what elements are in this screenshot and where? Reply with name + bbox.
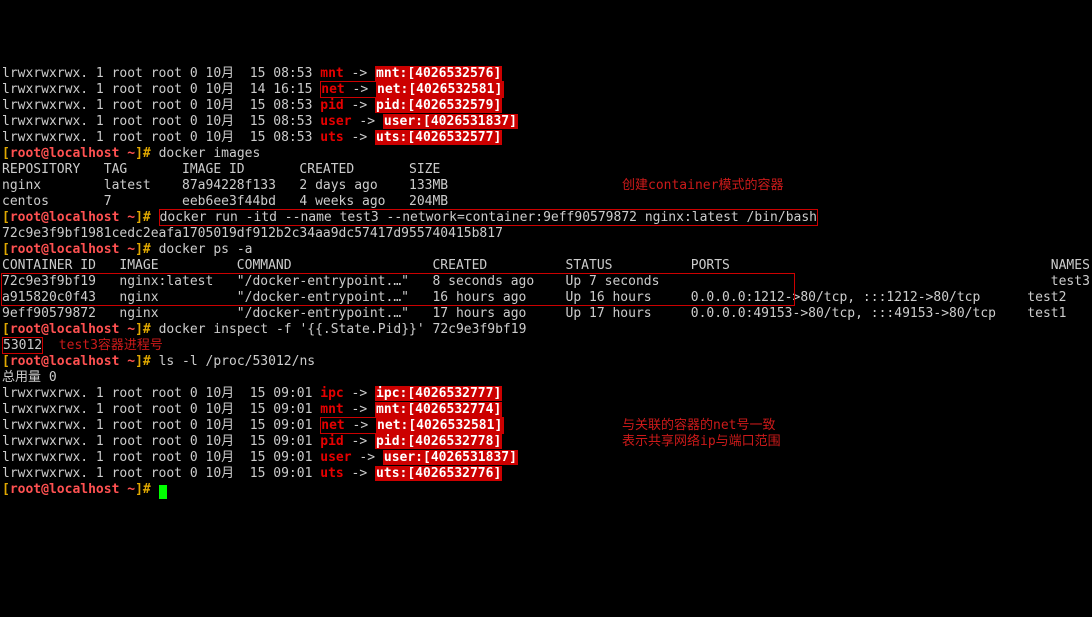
command: docker images — [159, 146, 261, 161]
ps-row: a915820c0f43 nginx "/docker-entrypoint.…… — [2, 290, 1090, 306]
annotation-create-container: 创建container模式的容器 — [622, 178, 783, 194]
cmd-line: [root@localhost ~]# docker inspect -f '{… — [2, 322, 1090, 338]
pid-output: 53012 test3容器进程号 — [2, 338, 1090, 354]
annotation-pid: test3容器进程号 — [59, 338, 163, 353]
cmd-line: [root@localhost ~]# docker run -itd --na… — [2, 210, 1090, 226]
ns-line: lrwxrwxrwx. 1 root root 0 10月 15 09:01 u… — [2, 466, 1090, 482]
total-line: 总用量 0 — [2, 370, 1090, 386]
ns-line: lrwxrwxrwx. 1 root root 0 10月 14 16:15 n… — [2, 82, 1090, 98]
ns-line: lrwxrwxrwx. 1 root root 0 10月 15 08:53 u… — [2, 130, 1090, 146]
images-header: REPOSITORY TAG IMAGE ID CREATED SIZE — [2, 162, 1090, 178]
cmd-line: [root@localhost ~]# docker ps -a — [2, 242, 1090, 258]
ps-header: CONTAINER ID IMAGE COMMAND CREATED STATU… — [2, 258, 1090, 274]
terminal-output: lrwxrwxrwx. 1 root root 0 10月 15 08:53 m… — [2, 66, 1090, 498]
cursor-icon — [159, 485, 167, 499]
command: ls -l /proc/53012/ns — [159, 354, 316, 369]
ps-row: 9eff90579872 nginx "/docker-entrypoint.…… — [2, 306, 1090, 322]
annotation-net-share: 表示共享网络ip与端口范围 — [622, 434, 781, 450]
ns-line: lrwxrwxrwx. 1 root root 0 10月 15 09:01 n… — [2, 418, 1090, 434]
ns-line: lrwxrwxrwx. 1 root root 0 10月 15 09:01 i… — [2, 386, 1090, 402]
image-row: centos 7 eeb6ee3f44bd 4 weeks ago 204MB — [2, 194, 1090, 210]
ns-line: lrwxrwxrwx. 1 root root 0 10月 15 09:01 p… — [2, 434, 1090, 450]
ns-line: lrwxrwxrwx. 1 root root 0 10月 15 09:01 m… — [2, 402, 1090, 418]
ns-line: lrwxrwxrwx. 1 root root 0 10月 15 08:53 p… — [2, 98, 1090, 114]
prompt-line[interactable]: [root@localhost ~]# — [2, 482, 1090, 498]
ns-line: lrwxrwxrwx. 1 root root 0 10月 15 09:01 u… — [2, 450, 1090, 466]
run-output: 72c9e3f9bf1981cedc2eafa1705019df912b2c34… — [2, 226, 1090, 242]
command-run: docker run -itd --name test3 --network=c… — [159, 209, 818, 226]
image-row: nginx latest 87a94228f133 2 days ago 133… — [2, 178, 1090, 194]
ps-row: 72c9e3f9bf19 nginx:latest "/docker-entry… — [2, 274, 1090, 290]
ns-line: lrwxrwxrwx. 1 root root 0 10月 15 08:53 u… — [2, 114, 1090, 130]
ns-line: lrwxrwxrwx. 1 root root 0 10月 15 08:53 m… — [2, 66, 1090, 82]
annotation-net-match: 与关联的容器的net号一致 — [622, 418, 775, 434]
cmd-line: [root@localhost ~]# ls -l /proc/53012/ns — [2, 354, 1090, 370]
cmd-line: [root@localhost ~]# docker images — [2, 146, 1090, 162]
command: docker ps -a — [159, 242, 253, 257]
command: docker inspect -f '{{.State.Pid}}' 72c9e… — [159, 322, 527, 337]
